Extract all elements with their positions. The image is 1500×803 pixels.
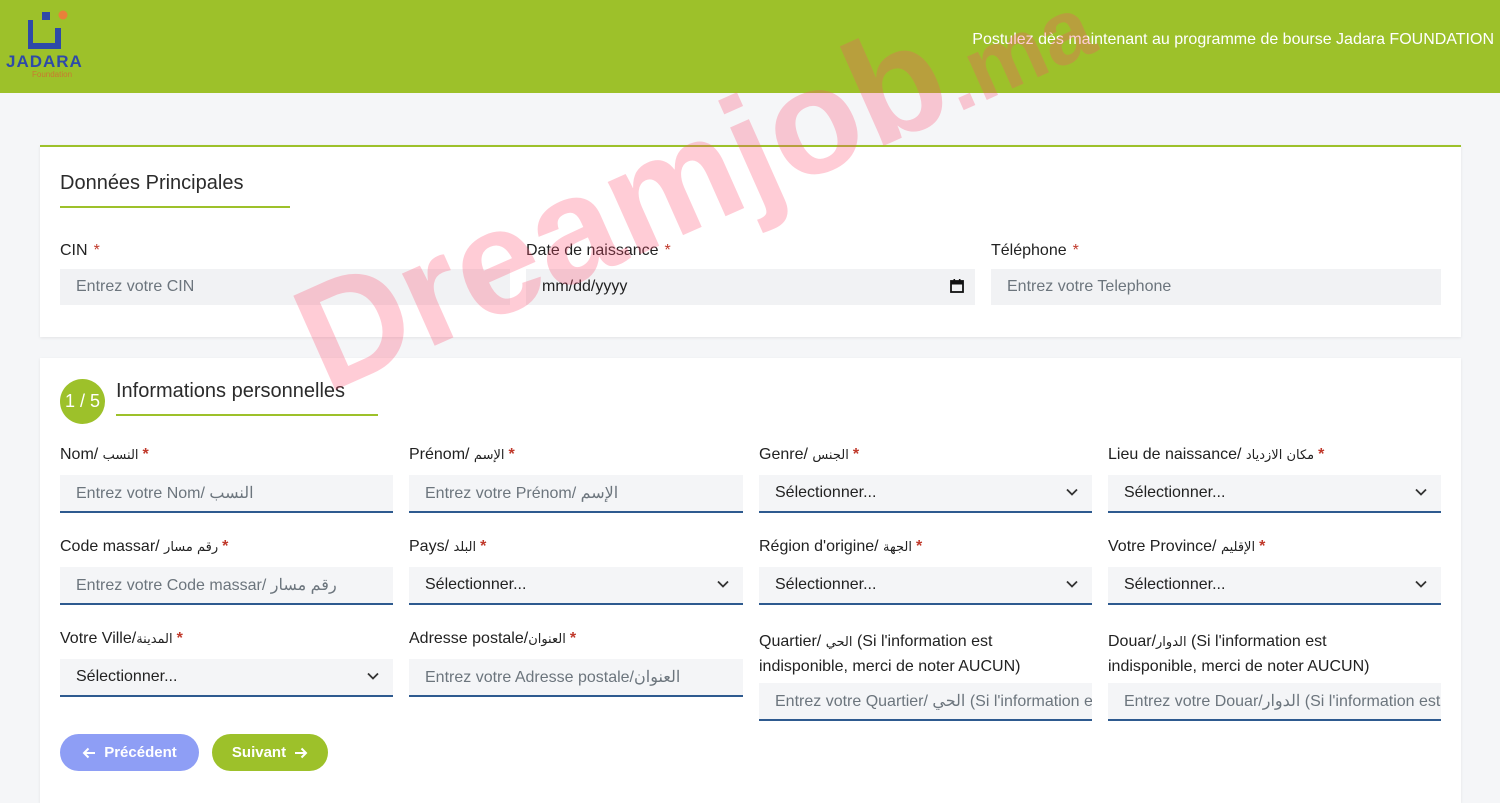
genre-label: Genre/ الجنس * [759,446,860,463]
province-select-value: Sélectionner... [1124,576,1226,593]
massar-label: Code massar/ رقم مسار * [60,538,229,555]
section-title: Données Principales [60,172,244,194]
section-title: Informations personnelles [116,380,346,402]
top-header: JADARA Foundation Postulez dès maintenan… [0,0,1500,93]
adresse-label: Adresse postale/العنوان * [409,630,577,647]
jadara-logo[interactable]: JADARA Foundation [6,8,90,82]
ville-select-value: Sélectionner... [76,668,178,685]
massar-input[interactable]: Entrez votre Code massar/ رقم مسار [60,567,393,605]
logo-mark-icon [28,10,68,49]
chevron-down-icon [367,672,379,680]
next-button-label: Suivant [231,744,287,761]
next-button[interactable]: Suivant [212,734,328,771]
quartier-input[interactable]: Entrez votre Quartier/ الحي (Si l'inform… [759,683,1092,721]
nom-input[interactable]: Entrez votre Nom/ النسب [60,475,393,513]
ville-label: Votre Ville/المدينة * [60,630,183,647]
chevron-down-icon [1066,488,1078,496]
douar-label: Douar/الدوار (Si l'information est indis… [1108,633,1370,675]
step-badge: 1 / 5 [60,379,105,424]
arrow-left-icon [82,747,96,758]
cin-input[interactable]: Entrez votre CIN [60,269,510,305]
region-label: Région d'origine/ الجهة * [759,538,923,555]
header-tagline: Postulez dès maintenant au programme de … [972,31,1494,48]
region-select-value: Sélectionner... [775,576,877,593]
quartier-label: Quartier/ الحي (Si l'information est ind… [759,633,1021,675]
previous-button-label: Précédent [104,744,177,761]
section-title-underline [60,206,290,208]
adresse-input[interactable]: Entrez votre Adresse postale/العنوان [409,659,743,697]
calendar-icon[interactable] [949,278,965,294]
genre-select-value: Sélectionner... [775,484,877,501]
chevron-down-icon [1066,580,1078,588]
birthdate-value: mm/dd/yyyy [542,278,628,295]
phone-label: Téléphone * [991,242,1079,259]
personal-info-card: 1 / 5 Informations personnelles Nom/ الن… [40,358,1461,803]
section-title-underline [116,414,378,416]
main-data-card: Données Principales CIN * Entrez votre CI… [40,145,1461,337]
douar-input[interactable]: Entrez votre Douar/الدوار (Si l'informat… [1108,683,1441,721]
birthdate-input[interactable]: mm/dd/yyyy [526,269,975,305]
ville-select[interactable]: Sélectionner... [60,659,393,697]
province-select[interactable]: Sélectionner... [1108,567,1441,605]
phone-input[interactable]: Entrez votre Telephone [991,269,1441,305]
cin-label: CIN * [60,242,100,259]
arrow-right-icon [295,747,308,758]
logo-subtext: Foundation [32,70,73,79]
required-marker: * [664,242,671,259]
previous-button[interactable]: Précédent [60,734,199,771]
lieu-label: Lieu de naissance/ مكان الازدياد * [1108,446,1325,463]
prenom-label: Prénom/ الإسم * [409,446,515,463]
pays-select[interactable]: Sélectionner... [409,567,743,605]
required-marker: * [93,242,100,259]
prenom-input[interactable]: Entrez votre Prénom/ الإسم [409,475,743,513]
chevron-down-icon [717,580,729,588]
birthdate-label: Date de naissance * [526,242,671,259]
lieu-select[interactable]: Sélectionner... [1108,475,1441,513]
pays-label: Pays/ البلد * [409,538,487,555]
genre-select[interactable]: Sélectionner... [759,475,1092,513]
logo-text: JADARA [6,52,83,71]
nom-label: Nom/ النسب * [60,446,149,463]
required-marker: * [1072,242,1079,259]
province-label: Votre Province/ الإقليم * [1108,538,1266,555]
lieu-select-value: Sélectionner... [1124,484,1226,501]
chevron-down-icon [1415,580,1427,588]
pays-select-value: Sélectionner... [425,576,527,593]
region-select[interactable]: Sélectionner... [759,567,1092,605]
chevron-down-icon [1415,488,1427,496]
